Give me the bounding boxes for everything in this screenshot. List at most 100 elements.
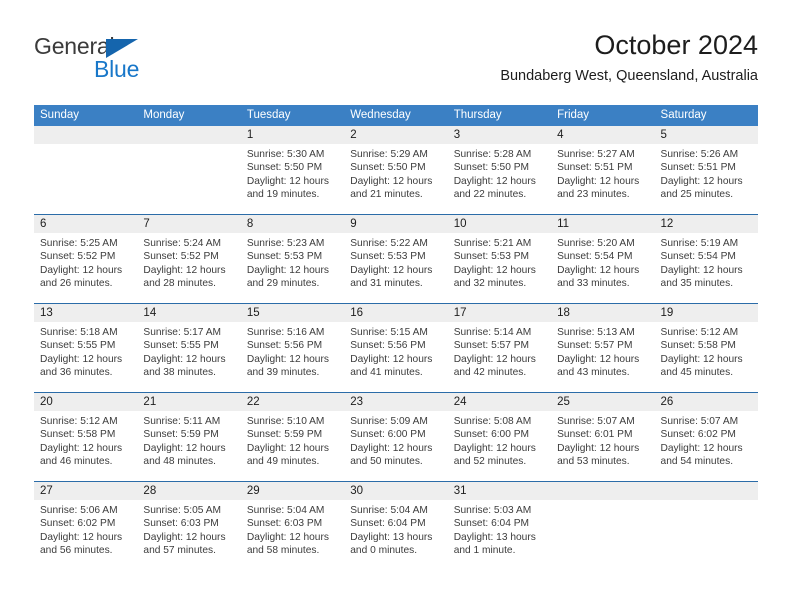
sunset-text: Sunset: 5:58 PM bbox=[660, 340, 736, 352]
day-cell[interactable]: 31 Sunrise: 5:03 AM Sunset: 6:04 PM Dayligh… bbox=[447, 482, 552, 570]
daylight-text-line2: and 31 minutes. bbox=[350, 277, 423, 289]
sunrise-text: Sunrise: 5:17 AM bbox=[143, 327, 222, 338]
daylight-text-line1: Daylight: 12 hours bbox=[660, 353, 743, 365]
day-cell[interactable]: 1 Sunrise: 5:30 AM Sunset: 5:50 PM Daylight… bbox=[240, 126, 345, 214]
day-cell[interactable]: 28 Sunrise: 5:05 AM Sunset: 6:03 PM Dayligh… bbox=[137, 482, 241, 570]
day-cell[interactable]: 21 Sunrise: 5:11 AM Sunset: 5:59 PM Dayligh… bbox=[137, 393, 241, 481]
day-cell[interactable]: 7 Sunrise: 5:24 AM Sunset: 5:52 PM Daylight… bbox=[137, 215, 241, 303]
weekday-header-monday: Monday bbox=[143, 109, 185, 121]
day-number: 19 bbox=[654, 304, 758, 322]
sunset-text: Sunset: 5:59 PM bbox=[143, 429, 219, 441]
day-cell[interactable]: 4 Sunrise: 5:27 AM Sunset: 5:51 PM Daylight… bbox=[551, 126, 655, 214]
day-cell[interactable]: 15 Sunrise: 5:16 AM Sunset: 5:56 PM Dayligh… bbox=[240, 304, 345, 392]
daylight-text-line1: Daylight: 12 hours bbox=[143, 531, 226, 543]
day-number: 29 bbox=[240, 482, 345, 500]
daylight-text-line2: and 56 minutes. bbox=[40, 544, 113, 556]
day-cell[interactable]: 13 Sunrise: 5:18 AM Sunset: 5:55 PM Dayligh… bbox=[34, 304, 138, 392]
daylight-text-line1: Daylight: 12 hours bbox=[246, 353, 329, 365]
day-cell[interactable]: 30 Sunrise: 5:04 AM Sunset: 6:04 PM Dayligh… bbox=[344, 482, 448, 570]
day-number: 26 bbox=[654, 393, 758, 411]
sunrise-text: Sunrise: 5:06 AM bbox=[40, 505, 118, 516]
daylight-text-line2: and 28 minutes. bbox=[143, 277, 216, 289]
day-cell[interactable]: 12 Sunrise: 5:19 AM Sunset: 5:54 PM Dayligh… bbox=[654, 215, 758, 303]
daylight-text-line2: and 26 minutes. bbox=[40, 277, 113, 289]
daylight-text-line1: Daylight: 12 hours bbox=[246, 175, 329, 187]
daylight-text-line1: Daylight: 13 hours bbox=[453, 531, 536, 543]
day-cell[interactable]: 10 Sunrise: 5:21 AM Sunset: 5:53 PM Dayligh… bbox=[447, 215, 552, 303]
day-cell[interactable]: 8 Sunrise: 5:23 AM Sunset: 5:53 PM Daylight… bbox=[240, 215, 345, 303]
day-details: Sunrise: 5:04 AM Sunset: 6:04 PM Daylight:… bbox=[344, 500, 447, 557]
day-cell[interactable]: 25 Sunrise: 5:07 AM Sunset: 6:01 PM Dayligh… bbox=[551, 393, 655, 481]
sunrise-text: Sunrise: 5:20 AM bbox=[557, 238, 635, 249]
sunrise-text: Sunrise: 5:04 AM bbox=[246, 505, 325, 516]
sunrise-text: Sunrise: 5:11 AM bbox=[143, 416, 221, 427]
weekday-header-sunday: Sunday bbox=[40, 109, 80, 121]
day-number: 12 bbox=[654, 215, 758, 233]
day-details: Sunrise: 5:09 AM Sunset: 6:00 PM Daylight:… bbox=[344, 411, 447, 468]
day-cell[interactable]: 22 Sunrise: 5:10 AM Sunset: 5:59 PM Dayligh… bbox=[240, 393, 345, 481]
day-details: Sunrise: 5:18 AM Sunset: 5:55 PM Daylight:… bbox=[34, 322, 137, 379]
day-cell[interactable]: 16 Sunrise: 5:15 AM Sunset: 5:56 PM Dayligh… bbox=[344, 304, 448, 392]
daylight-text-line1: Daylight: 12 hours bbox=[453, 353, 536, 365]
sunset-text: Sunset: 6:03 PM bbox=[246, 518, 323, 530]
day-cell[interactable]: 20 Sunrise: 5:12 AM Sunset: 5:58 PM Dayligh… bbox=[34, 393, 138, 481]
day-details: Sunrise: 5:06 AM Sunset: 6:02 PM Daylight:… bbox=[34, 500, 137, 557]
day-cell[interactable]: 6 Sunrise: 5:25 AM Sunset: 5:52 PM Daylight… bbox=[34, 215, 138, 303]
day-number: 4 bbox=[551, 126, 655, 144]
sunset-text: Sunset: 6:00 PM bbox=[350, 429, 426, 441]
sunrise-text: Sunrise: 5:18 AM bbox=[40, 327, 118, 338]
day-details: Sunrise: 5:27 AM Sunset: 5:51 PM Daylight:… bbox=[551, 144, 654, 201]
day-cell[interactable]: 29 Sunrise: 5:04 AM Sunset: 6:03 PM Dayligh… bbox=[240, 482, 345, 570]
daylight-text-line1: Daylight: 12 hours bbox=[557, 264, 640, 276]
sunset-text: Sunset: 5:56 PM bbox=[350, 340, 426, 352]
day-number: 11 bbox=[551, 215, 655, 233]
daylight-text-line2: and 57 minutes. bbox=[143, 544, 216, 556]
sunset-text: Sunset: 6:00 PM bbox=[453, 429, 530, 441]
day-details: Sunrise: 5:12 AM Sunset: 5:58 PM Daylight:… bbox=[34, 411, 137, 468]
day-number: 28 bbox=[137, 482, 241, 500]
day-number: 13 bbox=[34, 304, 138, 322]
daylight-text-line1: Daylight: 13 hours bbox=[350, 531, 433, 543]
general-blue-logo: General Blue bbox=[34, 34, 254, 94]
day-cell[interactable]: 18 Sunrise: 5:13 AM Sunset: 5:57 PM Dayligh… bbox=[551, 304, 655, 392]
day-cell[interactable]: 27 Sunrise: 5:06 AM Sunset: 6:02 PM Dayligh… bbox=[34, 482, 138, 570]
daylight-text-line2: and 25 minutes. bbox=[660, 188, 734, 200]
daylight-text-line2: and 22 minutes. bbox=[453, 188, 527, 200]
day-cell[interactable]: 9 Sunrise: 5:22 AM Sunset: 5:53 PM Daylight… bbox=[344, 215, 448, 303]
day-cell[interactable]: 17 Sunrise: 5:14 AM Sunset: 5:57 PM Dayligh… bbox=[447, 304, 552, 392]
day-cell[interactable]: 23 Sunrise: 5:09 AM Sunset: 6:00 PM Dayligh… bbox=[344, 393, 448, 481]
daylight-text-line2: and 45 minutes. bbox=[660, 366, 734, 378]
sunset-text: Sunset: 5:50 PM bbox=[350, 162, 426, 174]
page-subtitle: Bundaberg West, Queensland, Australia bbox=[500, 68, 758, 84]
daylight-text-line1: Daylight: 12 hours bbox=[350, 442, 433, 454]
sunrise-text: Sunrise: 5:12 AM bbox=[660, 327, 739, 338]
daylight-text-line1: Daylight: 12 hours bbox=[660, 442, 743, 454]
day-cell[interactable]: 19 Sunrise: 5:12 AM Sunset: 5:58 PM Dayligh… bbox=[654, 304, 758, 392]
daylight-text-line2: and 54 minutes. bbox=[660, 455, 734, 467]
day-details: Sunrise: 5:03 AM Sunset: 6:04 PM Daylight:… bbox=[448, 500, 551, 557]
sunset-text: Sunset: 5:54 PM bbox=[660, 251, 736, 263]
calendar-week-row: 13 Sunrise: 5:18 AM Sunset: 5:55 PM Dayligh… bbox=[34, 303, 758, 392]
day-cell[interactable]: 26 Sunrise: 5:07 AM Sunset: 6:02 PM Dayligh… bbox=[654, 393, 758, 481]
day-cell[interactable]: 24 Sunrise: 5:08 AM Sunset: 6:00 PM Dayligh… bbox=[447, 393, 552, 481]
day-number: 31 bbox=[447, 482, 552, 500]
day-cell[interactable]: 3 Sunrise: 5:28 AM Sunset: 5:50 PM Daylight… bbox=[447, 126, 552, 214]
day-cell[interactable]: 11 Sunrise: 5:20 AM Sunset: 5:54 PM Dayligh… bbox=[551, 215, 655, 303]
day-cell-empty bbox=[137, 126, 241, 214]
sunset-text: Sunset: 5:57 PM bbox=[557, 340, 633, 352]
day-cell[interactable]: 14 Sunrise: 5:17 AM Sunset: 5:55 PM Dayligh… bbox=[137, 304, 241, 392]
day-cell[interactable]: 5 Sunrise: 5:26 AM Sunset: 5:51 PM Daylight… bbox=[654, 126, 758, 214]
sunrise-text: Sunrise: 5:19 AM bbox=[660, 238, 739, 249]
day-details: Sunrise: 5:11 AM Sunset: 5:59 PM Daylight:… bbox=[137, 411, 240, 468]
daylight-text-line2: and 50 minutes. bbox=[350, 455, 423, 467]
daylight-text-line2: and 41 minutes. bbox=[350, 366, 423, 378]
day-details: Sunrise: 5:14 AM Sunset: 5:57 PM Daylight:… bbox=[448, 322, 551, 379]
day-cell-empty bbox=[654, 482, 758, 570]
day-cell[interactable]: 2 Sunrise: 5:29 AM Sunset: 5:50 PM Daylight… bbox=[344, 126, 448, 214]
sunrise-text: Sunrise: 5:14 AM bbox=[453, 327, 532, 338]
calendar-week-row: 20 Sunrise: 5:12 AM Sunset: 5:58 PM Dayligh… bbox=[34, 392, 758, 481]
day-number: 20 bbox=[34, 393, 138, 411]
sunset-text: Sunset: 5:56 PM bbox=[246, 340, 323, 352]
daylight-text-line2: and 42 minutes. bbox=[453, 366, 527, 378]
daylight-text-line2: and 53 minutes. bbox=[557, 455, 630, 467]
